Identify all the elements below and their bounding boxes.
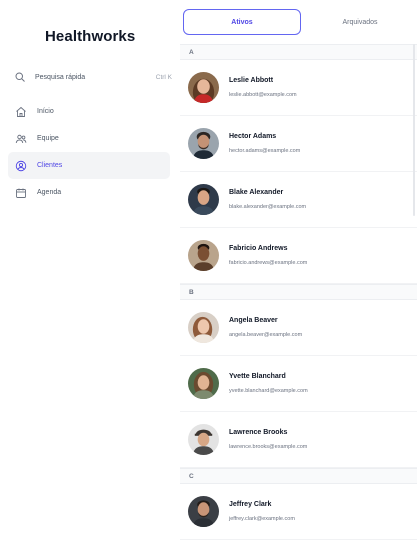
avatar — [188, 184, 219, 215]
avatar — [188, 72, 219, 103]
section-header-c: C — [180, 468, 417, 484]
user-circle-icon — [15, 160, 27, 171]
client-email: yvette.blanchard@example.com — [229, 388, 308, 394]
client-name: Fabricio Andrews — [229, 245, 288, 252]
tab-bar: Ativos Arquivados — [180, 0, 417, 44]
client-name: Yvette Blanchard — [229, 373, 286, 380]
client-row[interactable]: Hector Adams hector.adams@example.com — [180, 116, 417, 172]
client-email: hector.adams@example.com — [229, 148, 301, 154]
client-row[interactable]: Jeffrey Clark jeffrey.clark@example.com — [180, 484, 417, 540]
brand-logo-text: Healthworks — [45, 28, 136, 45]
sidebar-item-agenda[interactable]: Agenda — [8, 179, 170, 206]
client-row[interactable]: Fabricio Andrews fabricio.andrews@exampl… — [180, 228, 417, 284]
sidebar-item-label: Agenda — [37, 189, 62, 196]
sidebar-item-inicio[interactable]: Início — [8, 98, 170, 125]
client-list: A Leslie Abbott leslie.abbott@example.co… — [180, 44, 417, 540]
avatar — [188, 240, 219, 271]
client-email: angela.beaver@example.com — [229, 332, 303, 338]
avatar — [188, 128, 219, 159]
client-row[interactable]: Yvette Blanchard yvette.blanchard@exampl… — [180, 356, 417, 412]
sidebar-item-clientes[interactable]: Clientes — [8, 152, 170, 179]
client-name: Blake Alexander — [229, 189, 284, 196]
client-row[interactable]: Leslie Abbott leslie.abbott@example.com — [180, 60, 417, 116]
sidebar-nav: Início Equipe Clientes Agenda — [8, 98, 170, 206]
tab-ativos[interactable]: Ativos — [183, 9, 301, 35]
client-name: Angela Beaver — [229, 317, 278, 324]
client-email: blake.alexander@example.com — [229, 204, 307, 210]
client-name: Hector Adams — [229, 133, 277, 140]
sidebar-item-label: Início — [37, 108, 54, 115]
calendar-icon — [16, 188, 26, 198]
client-email: jeffrey.clark@example.com — [229, 516, 295, 522]
tab-arquivados[interactable]: Arquivados — [305, 9, 415, 35]
sidebar: Healthworks Pesquisa rápida Ctrl K Iníci… — [0, 0, 180, 551]
avatar — [188, 368, 219, 399]
quick-search-shortcut: Ctrl K — [155, 73, 172, 81]
section-header-a: A — [180, 44, 417, 60]
client-email: fabricio.andrews@example.com — [229, 260, 308, 266]
avatar — [188, 496, 219, 527]
sidebar-item-equipe[interactable]: Equipe — [8, 125, 170, 152]
client-email: lawrence.brooks@example.com — [229, 444, 308, 450]
quick-search-button[interactable]: Pesquisa rápida Ctrl K — [14, 68, 172, 86]
avatar — [188, 312, 219, 343]
search-icon — [15, 72, 25, 82]
users-icon — [15, 134, 27, 143]
client-name: Jeffrey Clark — [229, 501, 272, 508]
avatar — [188, 424, 219, 455]
section-header-b: B — [180, 284, 417, 300]
client-row[interactable]: Lawrence Brooks lawrence.brooks@example.… — [180, 412, 417, 468]
home-icon — [16, 106, 26, 117]
client-name: Lawrence Brooks — [229, 429, 288, 436]
sidebar-item-label: Clientes — [37, 162, 63, 169]
client-name: Leslie Abbott — [229, 77, 274, 84]
client-row[interactable]: Blake Alexander blake.alexander@example.… — [180, 172, 417, 228]
sidebar-item-label: Equipe — [37, 135, 59, 142]
client-email: leslie.abbott@example.com — [229, 92, 297, 98]
main-panel: Ativos Arquivados A Leslie Abbott leslie… — [180, 0, 417, 551]
client-row[interactable]: Angela Beaver angela.beaver@example.com — [180, 300, 417, 356]
list-scrollbar[interactable] — [413, 44, 415, 216]
quick-search-label: Pesquisa rápida — [35, 73, 86, 81]
